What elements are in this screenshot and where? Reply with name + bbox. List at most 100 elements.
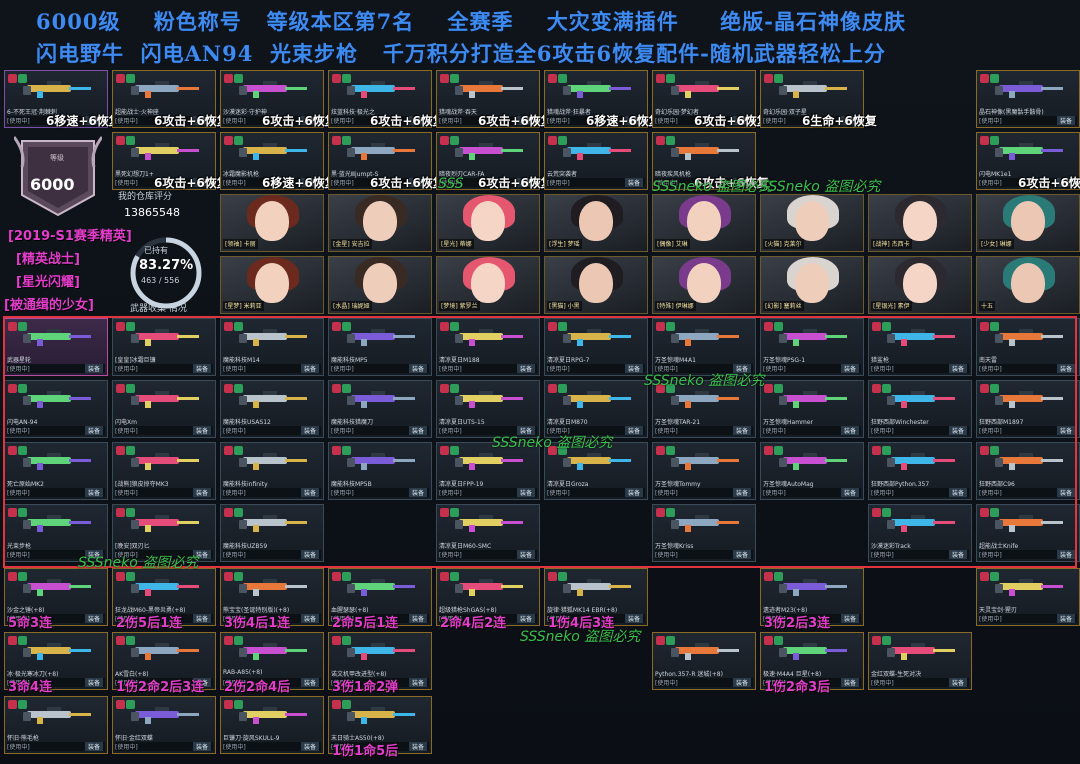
- equip-button[interactable]: 装备: [192, 364, 211, 373]
- character-card[interactable]: [星梦] 米莉亚: [220, 256, 324, 314]
- collection-weapon-card[interactable]: 闪电Xm [使用中] 装备: [112, 380, 216, 438]
- equip-button[interactable]: 装备: [1056, 116, 1075, 125]
- character-card[interactable]: [黑猫] 小黑: [544, 256, 648, 314]
- enhanced-weapon-card[interactable]: 天灵宝剑·猩刃 [使用中] 装备: [976, 568, 1080, 626]
- equip-button[interactable]: 装备: [516, 488, 535, 497]
- equip-button[interactable]: 装备: [948, 426, 967, 435]
- collection-weapon-card[interactable]: 南天雷 [使用中] 装备: [976, 318, 1080, 376]
- collection-weapon-card[interactable]: 死亡原始MK2 [使用中] 装备: [4, 442, 108, 500]
- collection-weapon-card[interactable]: 闪电AN-94 [使用中] 装备: [4, 380, 108, 438]
- collection-weapon-card[interactable]: 万圣惊魂M4A1 [使用中] 装备: [652, 318, 756, 376]
- equip-button[interactable]: 装备: [84, 678, 103, 687]
- equip-button[interactable]: 装备: [192, 426, 211, 435]
- equip-button[interactable]: 装备: [840, 364, 859, 373]
- equip-button[interactable]: 装备: [840, 614, 859, 623]
- enhanced-weapon-card[interactable]: Python.357-R 迷城(+8) [使用中] 装备: [652, 632, 756, 690]
- collection-weapon-card[interactable]: 狂野西部Winchester [使用中] 装备: [868, 380, 972, 438]
- collection-weapon-card[interactable]: 狂野西部M1897 [使用中] 装备: [976, 380, 1080, 438]
- equip-button[interactable]: 装备: [300, 678, 319, 687]
- collection-weapon-card[interactable]: 万圣惊魂Hammer [使用中] 装备: [760, 380, 864, 438]
- equip-button[interactable]: 装备: [948, 364, 967, 373]
- character-card[interactable]: [梦境] 紫罗兰: [436, 256, 540, 314]
- equip-button[interactable]: 装备: [624, 364, 643, 373]
- equip-button[interactable]: 装备: [1056, 426, 1075, 435]
- collection-weapon-card[interactable]: 万圣惊魂AutoMag [使用中] 装备: [760, 442, 864, 500]
- equip-button[interactable]: 装备: [1056, 614, 1075, 623]
- equip-button[interactable]: 装备: [516, 364, 535, 373]
- equip-button[interactable]: 装备: [732, 550, 751, 559]
- equip-button[interactable]: 装备: [948, 678, 967, 687]
- equip-button[interactable]: 装备: [840, 426, 859, 435]
- featured-weapon-card[interactable]: 云荒突袭者 [使用中] 装备: [544, 132, 648, 190]
- collection-weapon-card[interactable]: 魔能科技MP5 [使用中] 装备: [328, 318, 432, 376]
- character-card[interactable]: [少女] 琳娜: [976, 194, 1080, 252]
- collection-weapon-card[interactable]: 清凉夏日UTS-15 [使用中] 装备: [436, 380, 540, 438]
- equip-button[interactable]: 装备: [300, 550, 319, 559]
- enhanced-weapon-card[interactable]: 怀旧·金红双蝶 [使用中] 装备: [112, 696, 216, 754]
- character-card[interactable]: [浮生] 梦瑶: [544, 194, 648, 252]
- equip-button[interactable]: 装备: [948, 550, 967, 559]
- collection-weapon-card[interactable]: 魔能科技infinity [使用中] 装备: [220, 442, 324, 500]
- equip-button[interactable]: 装备: [300, 742, 319, 751]
- character-card[interactable]: [星银光] 素伊: [868, 256, 972, 314]
- equip-button[interactable]: 装备: [408, 678, 427, 687]
- equip-button[interactable]: 装备: [300, 488, 319, 497]
- equip-button[interactable]: 装备: [408, 614, 427, 623]
- equip-button[interactable]: 装备: [408, 364, 427, 373]
- equip-button[interactable]: 装备: [516, 614, 535, 623]
- character-card[interactable]: [幻影] 塞莉丝: [760, 256, 864, 314]
- character-card[interactable]: [领袖] 卡丽: [220, 194, 324, 252]
- character-card[interactable]: [偶像] 艾琳: [652, 194, 756, 252]
- equip-button[interactable]: 装备: [300, 614, 319, 623]
- equip-button[interactable]: 装备: [192, 488, 211, 497]
- equip-button[interactable]: 装备: [732, 488, 751, 497]
- character-card[interactable]: 十五: [976, 256, 1080, 314]
- character-card[interactable]: [金星] 安吉拉: [328, 194, 432, 252]
- equip-button[interactable]: 装备: [84, 426, 103, 435]
- featured-weapon-card[interactable]: 晶石神像(黑魔骷手骸骨) [使用中] 装备: [976, 70, 1080, 128]
- equip-button[interactable]: 装备: [732, 426, 751, 435]
- equip-button[interactable]: 装备: [300, 426, 319, 435]
- collection-weapon-card[interactable]: 清凉夏日M60-SMC [使用中] 装备: [436, 504, 540, 562]
- collection-weapon-card[interactable]: [战熊]狼皮掠夺MK3 [使用中] 装备: [112, 442, 216, 500]
- equip-button[interactable]: 装备: [948, 488, 967, 497]
- equip-button[interactable]: 装备: [624, 614, 643, 623]
- equip-button[interactable]: 装备: [192, 742, 211, 751]
- equip-button[interactable]: 装备: [624, 426, 643, 435]
- collection-weapon-card[interactable]: 万圣惊魂Tommy [使用中] 装备: [652, 442, 756, 500]
- character-card[interactable]: [战神] 杰西卡: [868, 194, 972, 252]
- collection-weapon-card[interactable]: 万圣惊魂PSG-1 [使用中] 装备: [760, 318, 864, 376]
- equip-button[interactable]: 装备: [84, 364, 103, 373]
- equip-button[interactable]: 装备: [1056, 364, 1075, 373]
- equip-button[interactable]: 装备: [84, 614, 103, 623]
- collection-weapon-card[interactable]: 猎鲨枪 [使用中] 装备: [868, 318, 972, 376]
- collection-weapon-card[interactable]: 狂野西部Python.357 [使用中] 装备: [868, 442, 972, 500]
- equip-button[interactable]: 装备: [408, 742, 427, 751]
- equip-button[interactable]: 装备: [516, 550, 535, 559]
- equip-button[interactable]: 装备: [732, 678, 751, 687]
- enhanced-weapon-card[interactable]: 巨镰刀·旋风SKULL-9 [使用中] 装备: [220, 696, 324, 754]
- equip-button[interactable]: 装备: [1056, 488, 1075, 497]
- equip-button[interactable]: 装备: [1056, 550, 1075, 559]
- collection-weapon-card[interactable]: [皇皇]冰霜巨镰 [使用中] 装备: [112, 318, 216, 376]
- enhanced-weapon-card[interactable]: 金红双蝶-生死对决 [使用中] 装备: [868, 632, 972, 690]
- equip-button[interactable]: 装备: [408, 426, 427, 435]
- character-card[interactable]: [水晶] 瑞妮娅: [328, 256, 432, 314]
- collection-weapon-card[interactable]: 魔能科技UZB59 [使用中] 装备: [220, 504, 324, 562]
- collection-weapon-card[interactable]: 狂野西部C96 [使用中] 装备: [976, 442, 1080, 500]
- equip-button[interactable]: 装备: [840, 678, 859, 687]
- character-card[interactable]: [特殊] 伊琳娜: [652, 256, 756, 314]
- equip-button[interactable]: 装备: [624, 488, 643, 497]
- collection-weapon-card[interactable]: 武器星轮 [使用中] 装备: [4, 318, 108, 376]
- equip-button[interactable]: 装备: [408, 488, 427, 497]
- collection-weapon-card[interactable]: 魔能科技MP5B [使用中] 装备: [328, 442, 432, 500]
- equip-button[interactable]: 装备: [840, 488, 859, 497]
- collection-weapon-card[interactable]: 沙漠迷彩Track [使用中] 装备: [868, 504, 972, 562]
- collection-weapon-card[interactable]: 万圣惊魂Kriss [使用中] 装备: [652, 504, 756, 562]
- collection-weapon-card[interactable]: 清凉夏日RPG-7 [使用中] 装备: [544, 318, 648, 376]
- collection-weapon-card[interactable]: 清凉夏日M870 [使用中] 装备: [544, 380, 648, 438]
- equip-button[interactable]: 装备: [300, 364, 319, 373]
- collection-weapon-card[interactable]: 魔能科技猎魔刀 [使用中] 装备: [328, 380, 432, 438]
- collection-weapon-card[interactable]: 魔能科技USAS12 [使用中] 装备: [220, 380, 324, 438]
- enhanced-weapon-card[interactable]: 怀旧·熊毛枪 [使用中] 装备: [4, 696, 108, 754]
